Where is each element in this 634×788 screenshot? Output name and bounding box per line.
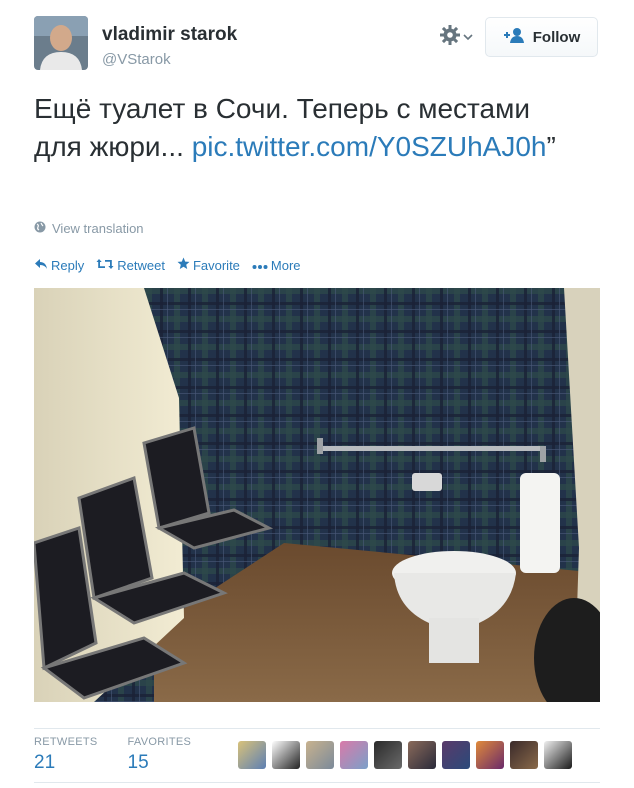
reply-icon [34, 258, 48, 273]
retweet-button[interactable]: Retweet [96, 257, 165, 273]
favoriter-avatar[interactable] [510, 741, 538, 769]
follow-person-icon [503, 27, 525, 47]
favorites-count: 15 [127, 752, 149, 773]
chevron-down-icon [463, 28, 473, 46]
tweet-header: vladimir starok @VStarok Follow [34, 14, 600, 74]
favoriter-avatar[interactable] [442, 741, 470, 769]
favoriter-avatar[interactable] [340, 741, 368, 769]
more-button[interactable]: More [252, 257, 301, 273]
more-label: More [270, 257, 301, 273]
retweets-count: 21 [34, 752, 56, 773]
favoriters-avatars [238, 741, 572, 769]
user-actions-menu[interactable] [439, 24, 479, 50]
follow-button[interactable]: Follow [485, 17, 598, 57]
globe-icon [34, 221, 46, 236]
view-translation-link[interactable]: View translation [34, 221, 144, 236]
retweets-stat[interactable]: RETWEETS 21 [34, 736, 98, 774]
tweet-photo[interactable] [34, 288, 600, 702]
favoriter-avatar[interactable] [272, 741, 300, 769]
favoriter-avatar[interactable] [238, 741, 266, 769]
tweet-stats: RETWEETS 21 FAVORITES 15 [34, 736, 191, 774]
retweet-label: Retweet [117, 257, 165, 273]
user-handle[interactable]: @VStarok [102, 51, 171, 68]
more-dots-icon [252, 258, 268, 273]
stats-bottom-divider [34, 782, 600, 783]
favorite-label: Favorite [192, 257, 240, 273]
reply-button[interactable]: Reply [34, 257, 84, 273]
tweet-media-link[interactable]: pic.twitter.com/Y0SZUhAJ0h [192, 131, 547, 162]
tweet-actions: Reply Retweet Favorite More [34, 257, 301, 273]
favoriter-avatar[interactable] [408, 741, 436, 769]
favoriter-avatar[interactable] [374, 741, 402, 769]
retweets-label: RETWEETS [34, 736, 98, 748]
view-translation-label: View translation [52, 221, 144, 236]
star-icon [177, 257, 190, 273]
retweet-icon [96, 258, 114, 273]
stats-top-divider [34, 728, 600, 729]
favoriter-avatar[interactable] [544, 741, 572, 769]
avatar[interactable] [34, 16, 88, 70]
tweet-text: Ещё туалет в Сочи. Теперь с местами для … [34, 90, 574, 166]
tweet-trailing-quote: ” [546, 131, 556, 162]
follow-label: Follow [532, 28, 581, 46]
reply-label: Reply [51, 257, 85, 273]
user-name[interactable]: vladimir starok [102, 24, 237, 46]
favorite-button[interactable]: Favorite [177, 257, 240, 273]
favorites-label: FAVORITES [127, 736, 192, 748]
favoriter-avatar[interactable] [476, 741, 504, 769]
favorites-stat[interactable]: FAVORITES 15 [128, 736, 192, 774]
gear-icon [439, 24, 461, 51]
favoriter-avatar[interactable] [306, 741, 334, 769]
